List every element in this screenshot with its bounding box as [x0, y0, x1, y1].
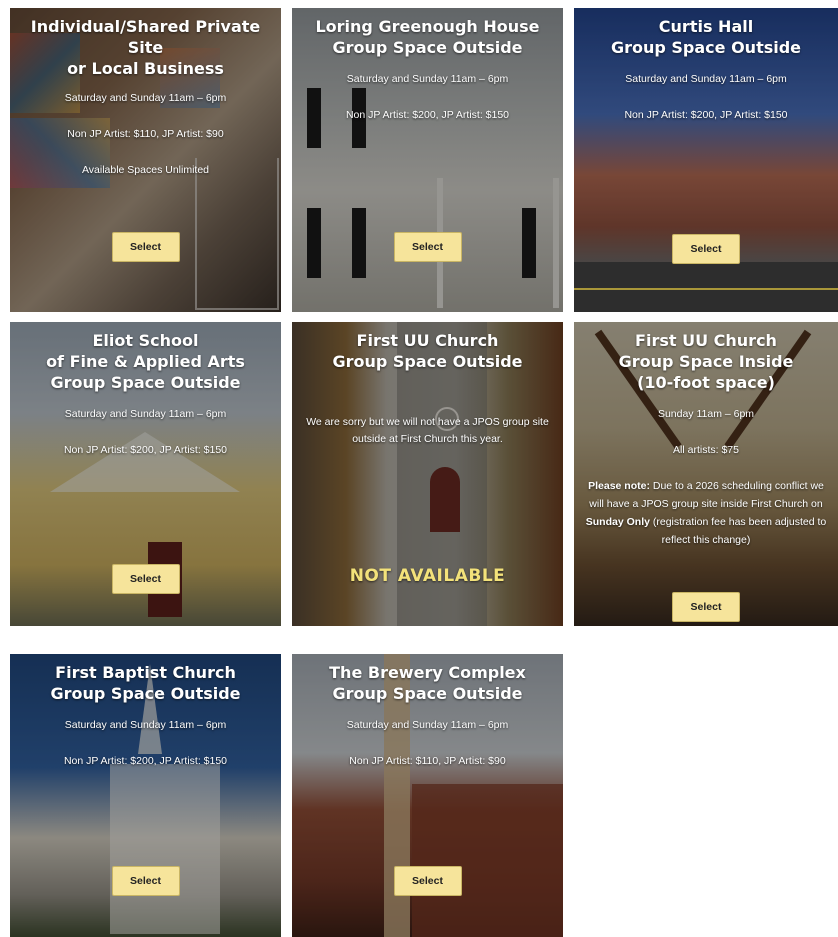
price-text: Non JP Artist: $200, JP Artist: $150 — [345, 109, 510, 121]
card-title: Loring Greenough House Group Space Outsi… — [315, 17, 540, 57]
price-text: Non JP Artist: $200, JP Artist: $150 — [624, 109, 788, 121]
select-button[interactable]: Select — [111, 866, 180, 896]
card-loring-greenough: Loring Greenough House Group Space Outsi… — [292, 8, 563, 312]
card-title: Eliot School of Fine & Applied Arts Grou… — [46, 331, 245, 392]
select-button[interactable]: Select — [393, 866, 462, 896]
scheduling-note: Please note: Due to a 2026 scheduling co… — [585, 480, 827, 546]
card-private-site: Individual/Shared Private Site or Local … — [10, 8, 281, 312]
card-first-baptist: First Baptist Church Group Space Outside… — [10, 654, 281, 937]
card-title: First UU Church Group Space Outside — [332, 331, 523, 371]
schedule-text: Saturday and Sunday 11am – 6pm — [64, 719, 227, 731]
card-title: Individual/Shared Private Site or Local … — [30, 17, 261, 78]
price-text: Non JP Artist: $200, JP Artist: $150 — [63, 755, 228, 767]
price-text: Non JP Artist: $110, JP Artist: $90 — [349, 755, 506, 767]
schedule-text: Saturday and Sunday 11am – 6pm — [625, 73, 787, 85]
card-curtis-hall: Curtis Hall Group Space Outside Saturday… — [574, 8, 838, 312]
schedule-text: Sunday 11am – 6pm — [657, 408, 755, 420]
card-first-uu-outside: First UU Church Group Space Outside We a… — [292, 322, 563, 626]
card-title: First UU Church Group Space Inside (10-f… — [618, 331, 794, 392]
not-available-label: NOT AVAILABLE — [349, 566, 506, 586]
schedule-text: Saturday and Sunday 11am – 6pm — [346, 719, 509, 731]
price-text: All artists: $75 — [673, 444, 739, 456]
select-button[interactable]: Select — [111, 232, 180, 262]
unavailable-message: We are sorry but we will not have a JPOS… — [306, 416, 549, 445]
schedule-text: Saturday and Sunday 11am – 6pm — [64, 408, 227, 420]
schedule-text: Saturday and Sunday 11am – 6pm — [64, 92, 227, 104]
card-first-uu-inside: First UU Church Group Space Inside (10-f… — [574, 322, 838, 626]
select-button[interactable]: Select — [111, 564, 180, 594]
select-button[interactable]: Select — [393, 232, 462, 262]
card-title: Curtis Hall Group Space Outside — [610, 17, 802, 57]
card-brewery-complex: The Brewery Complex Group Space Outside … — [292, 654, 563, 937]
select-button[interactable]: Select — [672, 592, 740, 622]
price-text: Non JP Artist: $200, JP Artist: $150 — [63, 444, 228, 456]
select-button[interactable]: Select — [672, 234, 740, 264]
card-title: First Baptist Church Group Space Outside — [50, 663, 241, 703]
schedule-text: Saturday and Sunday 11am – 6pm — [346, 73, 509, 85]
card-eliot-school: Eliot School of Fine & Applied Arts Grou… — [10, 322, 281, 626]
card-title: The Brewery Complex Group Space Outside — [329, 663, 526, 703]
price-text: Non JP Artist: $110, JP Artist: $90 — [67, 128, 224, 140]
availability-text: Available Spaces Unlimited — [81, 164, 210, 176]
